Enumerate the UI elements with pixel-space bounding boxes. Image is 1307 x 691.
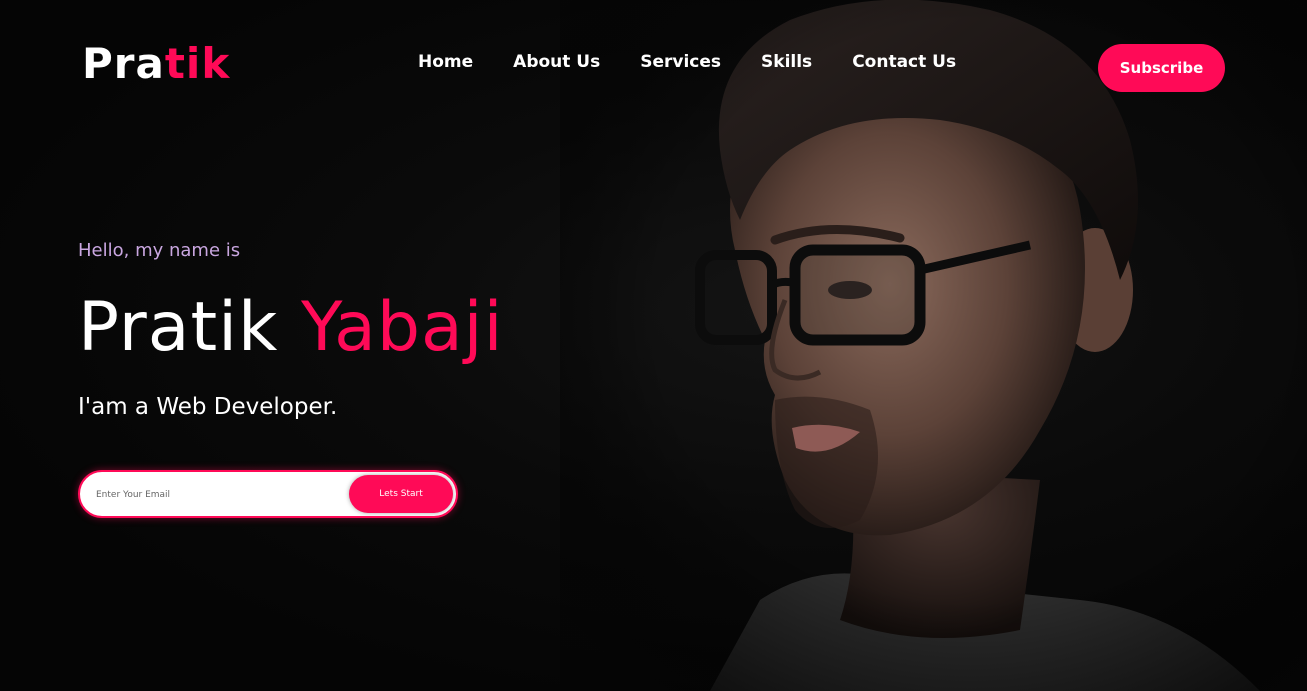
nav-item-about-us[interactable]: About Us: [493, 50, 620, 74]
lets-start-button[interactable]: Lets Start: [349, 475, 453, 513]
hero-last-name: Yabaji: [301, 288, 504, 367]
hero-portrait-image: [560, 0, 1307, 691]
hero-first-name: Pratik: [78, 288, 279, 367]
main-nav: Home About Us Services Skills Contact Us: [398, 50, 976, 74]
nav-item-contact-us[interactable]: Contact Us: [832, 50, 976, 74]
subscribe-button[interactable]: Subscribe: [1098, 44, 1225, 92]
logo-text-first: Pra: [82, 39, 165, 88]
nav-item-services[interactable]: Services: [620, 50, 741, 74]
landing-page: Pratik Home About Us Services Skills Con…: [0, 0, 1307, 691]
site-logo[interactable]: Pratik: [82, 38, 230, 90]
hero-name: Pratik Yabaji: [78, 286, 503, 370]
nav-item-home[interactable]: Home: [398, 50, 493, 74]
email-input[interactable]: [94, 472, 348, 516]
nav-item-skills[interactable]: Skills: [741, 50, 832, 74]
logo-text-second: tik: [164, 39, 231, 88]
email-signup-form: Lets Start: [78, 470, 458, 518]
hero-greeting: Hello, my name is: [78, 240, 241, 261]
hero-role: I'am a Web Developer.: [78, 394, 338, 420]
